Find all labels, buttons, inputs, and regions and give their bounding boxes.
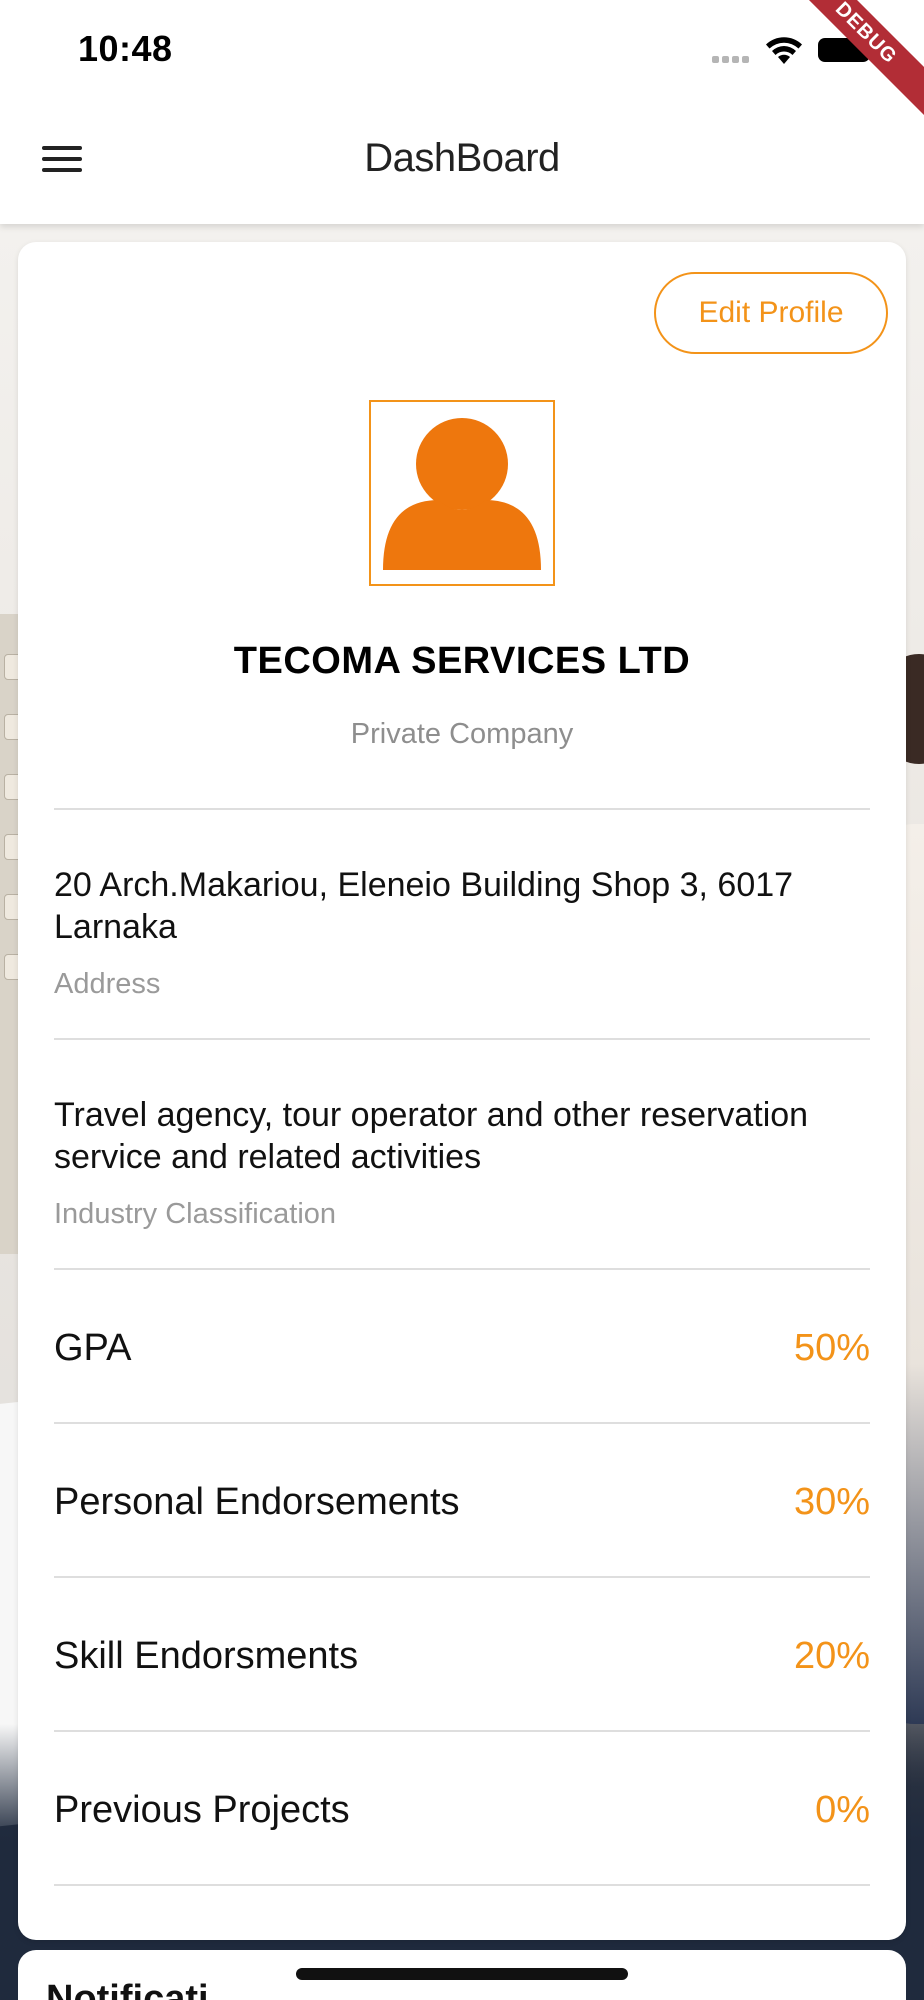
divider	[54, 1730, 870, 1732]
stat-label: Personal Endorsements	[54, 1481, 460, 1523]
cellular-signal-icon	[712, 56, 756, 64]
address-label: Address	[54, 968, 161, 1000]
stat-row-gpa[interactable]: GPA 50%	[54, 1318, 870, 1378]
home-indicator[interactable]	[296, 1968, 628, 1980]
profile-card: Edit Profile TECOMA SERVICES LTD Private…	[18, 242, 906, 1940]
person-icon	[383, 414, 541, 570]
stat-value: 20%	[793, 1635, 870, 1677]
stat-value: 0%	[815, 1789, 870, 1831]
wifi-icon	[764, 34, 804, 66]
app-bar: DashBoard	[0, 100, 924, 224]
address-value: 20 Arch.Makariou, Eleneio Building Shop …	[54, 866, 794, 946]
avatar[interactable]	[369, 400, 555, 586]
divider	[54, 1268, 870, 1270]
industry-label: Industry Classification	[54, 1198, 337, 1230]
divider	[54, 1038, 870, 1040]
page-title: DashBoard	[364, 136, 560, 180]
edit-profile-button[interactable]: Edit Profile	[654, 272, 888, 354]
notifications-title: Notificati	[46, 1978, 209, 2000]
status-bar: 10:48	[0, 0, 924, 100]
divider	[54, 1422, 870, 1424]
stat-value: 30%	[793, 1481, 870, 1523]
stat-row-personal-endorsements[interactable]: Personal Endorsements 30%	[54, 1472, 870, 1532]
stat-value: 50%	[793, 1327, 870, 1369]
stat-row-previous-projects[interactable]: Previous Projects 0%	[54, 1780, 870, 1840]
stat-row-skill-endorsements[interactable]: Skill Endorsments 20%	[54, 1626, 870, 1686]
company-name: TECOMA SERVICES LTD	[233, 640, 691, 682]
divider	[54, 1576, 870, 1578]
divider	[54, 1884, 870, 1886]
stat-label: GPA	[54, 1327, 132, 1369]
stat-label: Skill Endorsments	[54, 1635, 359, 1677]
divider	[54, 808, 870, 810]
industry-value: Travel agency, tour operator and other r…	[54, 1096, 809, 1176]
company-type: Private Company	[350, 718, 574, 750]
stat-label: Previous Projects	[54, 1789, 350, 1831]
status-time: 10:48	[78, 28, 173, 69]
